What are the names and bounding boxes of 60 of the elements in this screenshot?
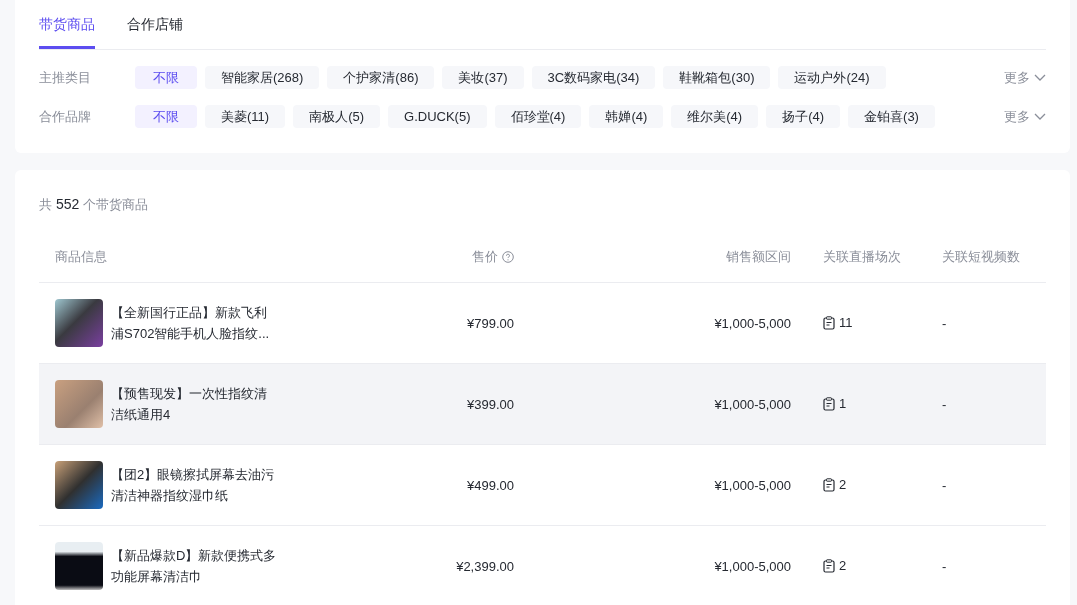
chevron-down-icon [1034, 112, 1046, 121]
filter-chip[interactable]: 个护家清(86) [327, 66, 435, 89]
product-title[interactable]: 【新品爆款D】新款便携式多功能屏幕清洁巾 [111, 545, 277, 587]
total-label: 个带货商品 [83, 196, 149, 214]
price: ¥499.00 [467, 478, 514, 493]
filter-chip[interactable]: 美菱(11) [205, 105, 286, 128]
filter-chip[interactable]: 扬子(4) [766, 105, 841, 128]
filter-chip[interactable]: 鞋靴箱包(30) [663, 66, 771, 89]
live-session-count[interactable]: 2 [839, 475, 847, 495]
column-header: 商品信息 [55, 248, 107, 266]
filter-chip[interactable]: 南极人(5) [293, 105, 381, 128]
filter-chip[interactable]: 美妆(37) [442, 66, 524, 89]
clipboard-icon [823, 559, 835, 573]
filter-chip[interactable]: 韩婵(4) [589, 105, 664, 128]
column-header: 售价 [472, 248, 498, 266]
tab[interactable]: 带货商品 [39, 0, 95, 49]
clipboard-icon [823, 316, 835, 330]
photo-placeholder [55, 461, 103, 509]
filter-chip[interactable]: 金铂喜(3) [848, 105, 935, 128]
clipboard-icon [823, 397, 835, 411]
product-title[interactable]: 【全新国行正品】新款飞利浦S702智能手机人脸指纹... [111, 302, 277, 344]
filter-chip[interactable]: 维尔美(4) [671, 105, 759, 128]
sales-range: ¥1,000-5,000 [714, 397, 791, 412]
short-video-count: - [942, 316, 947, 331]
price: ¥399.00 [467, 397, 514, 412]
photo-placeholder [55, 299, 103, 347]
filter-chip[interactable]: 不限 [135, 105, 197, 128]
live-session-count[interactable]: 11 [839, 313, 853, 333]
column-header: 关联短视频数 [942, 248, 1020, 266]
help-icon [502, 251, 514, 263]
filter-chip[interactable]: 佰珍堂(4) [494, 105, 582, 128]
live-session-count[interactable]: 2 [839, 556, 847, 576]
filter-chip[interactable]: 运动户外(24) [778, 66, 886, 89]
sales-range: ¥1,000-5,000 [714, 559, 791, 574]
photo-placeholder [55, 380, 103, 428]
filter-label: 主推类目 [39, 68, 92, 87]
sales-range: ¥1,000-5,000 [714, 478, 791, 493]
photo-placeholder [55, 542, 103, 590]
total-count: 552 [56, 195, 80, 214]
filter-label: 合作品牌 [39, 107, 92, 126]
tab[interactable]: 合作店铺 [127, 0, 183, 49]
filter-chip[interactable]: 不限 [135, 66, 197, 89]
column-header: 销售额区间 [726, 248, 791, 266]
table-row[interactable]: 【预售现发】一次性指纹清洁纸通用4 ¥399.00 ¥1,000-5,000 1 - [39, 364, 1046, 445]
filter-chip[interactable]: 3C数码家电(34) [531, 66, 656, 89]
product-title[interactable]: 【预售现发】一次性指纹清洁纸通用4 [111, 383, 277, 425]
product-title[interactable]: 【团2】眼镜擦拭屏幕去油污清洁神器指纹湿巾纸 [111, 464, 277, 506]
short-video-count: - [942, 559, 947, 574]
total-label: 共 [39, 196, 52, 214]
filter-chip[interactable]: 智能家居(268) [205, 66, 320, 89]
price: ¥799.00 [467, 316, 514, 331]
short-video-count: - [942, 478, 947, 493]
chevron-down-icon [1034, 73, 1046, 82]
filter-chip[interactable]: G.DUCK(5) [388, 105, 487, 128]
short-video-count: - [942, 397, 947, 412]
sales-range: ¥1,000-5,000 [714, 316, 791, 331]
clipboard-icon [823, 478, 835, 492]
live-session-count[interactable]: 1 [839, 394, 847, 414]
column-header: 关联直播场次 [823, 248, 901, 266]
price: ¥2,399.00 [456, 559, 514, 574]
